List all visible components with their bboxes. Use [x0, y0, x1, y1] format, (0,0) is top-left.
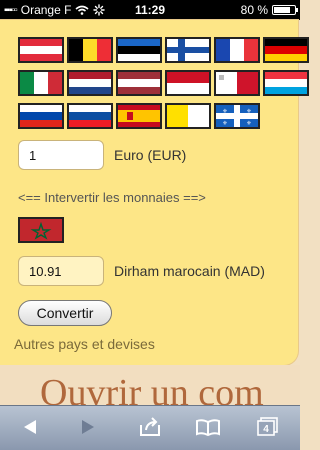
browser-toolbar: 4: [0, 405, 300, 450]
battery-icon: [272, 5, 298, 15]
currency-converter-panel: ⚜ ⚜ ⚜ ⚜ Euro (EUR) <== Intervertir les monn…: [0, 20, 309, 365]
spain-flag[interactable]: [116, 103, 162, 129]
result-field[interactable]: [18, 256, 104, 286]
netherlands-flag[interactable]: [67, 70, 113, 96]
tabs-icon: 4: [257, 417, 278, 436]
amount-input[interactable]: [18, 140, 104, 170]
battery-fill: [274, 7, 290, 13]
vatican-flag[interactable]: [165, 103, 211, 129]
page-background-content: Ouvrir un com: [0, 365, 300, 405]
italy-flag[interactable]: [18, 70, 64, 96]
slovenia-flag[interactable]: [18, 103, 64, 129]
belgium-flag[interactable]: [67, 37, 113, 63]
back-arrow-icon: [24, 420, 36, 434]
morocco-flag[interactable]: [18, 217, 64, 243]
quebec-flag[interactable]: ⚜ ⚜ ⚜ ⚜: [214, 103, 260, 129]
back-button[interactable]: [16, 415, 44, 439]
svg-text:⚜: ⚜: [222, 108, 227, 115]
share-button[interactable]: [136, 415, 164, 439]
austria-flag[interactable]: [18, 37, 64, 63]
germany-flag[interactable]: [263, 37, 309, 63]
monaco-flag[interactable]: [165, 70, 211, 96]
slovakia-flag[interactable]: [67, 103, 113, 129]
other-countries-link[interactable]: Autres pays et devises: [14, 336, 155, 352]
tabs-button[interactable]: 4: [254, 415, 282, 439]
share-icon: [140, 417, 160, 436]
book-icon: [196, 419, 220, 436]
battery-percent: 80 %: [240, 3, 268, 17]
tabs-count: 4: [263, 424, 269, 435]
svg-text:⚜: ⚜: [246, 108, 251, 115]
swap-currencies-link[interactable]: <== Intervertir les monnaies ==>: [18, 190, 206, 205]
from-currency-label: Euro (EUR): [114, 147, 187, 163]
latvia-flag[interactable]: [116, 70, 162, 96]
forward-arrow-icon: [82, 420, 94, 434]
convert-button[interactable]: Convertir: [18, 300, 112, 326]
estonia-flag[interactable]: [116, 37, 162, 63]
svg-text:⚜: ⚜: [222, 120, 227, 127]
bookmarks-button[interactable]: [194, 415, 222, 439]
status-right: 80 %: [240, 3, 298, 17]
status-bar: ▪▪▪▫▫ Orange F 11:29 80 %: [0, 0, 300, 20]
svg-text:⚜: ⚜: [246, 120, 251, 127]
page-heading: Ouvrir un com: [40, 372, 264, 405]
luxembourg-flag[interactable]: [263, 70, 309, 96]
france-flag[interactable]: [214, 37, 260, 63]
to-currency-label: Dirham marocain (MAD): [114, 263, 265, 279]
finland-flag[interactable]: [165, 37, 211, 63]
forward-button[interactable]: [74, 415, 102, 439]
malta-flag[interactable]: [214, 70, 260, 96]
